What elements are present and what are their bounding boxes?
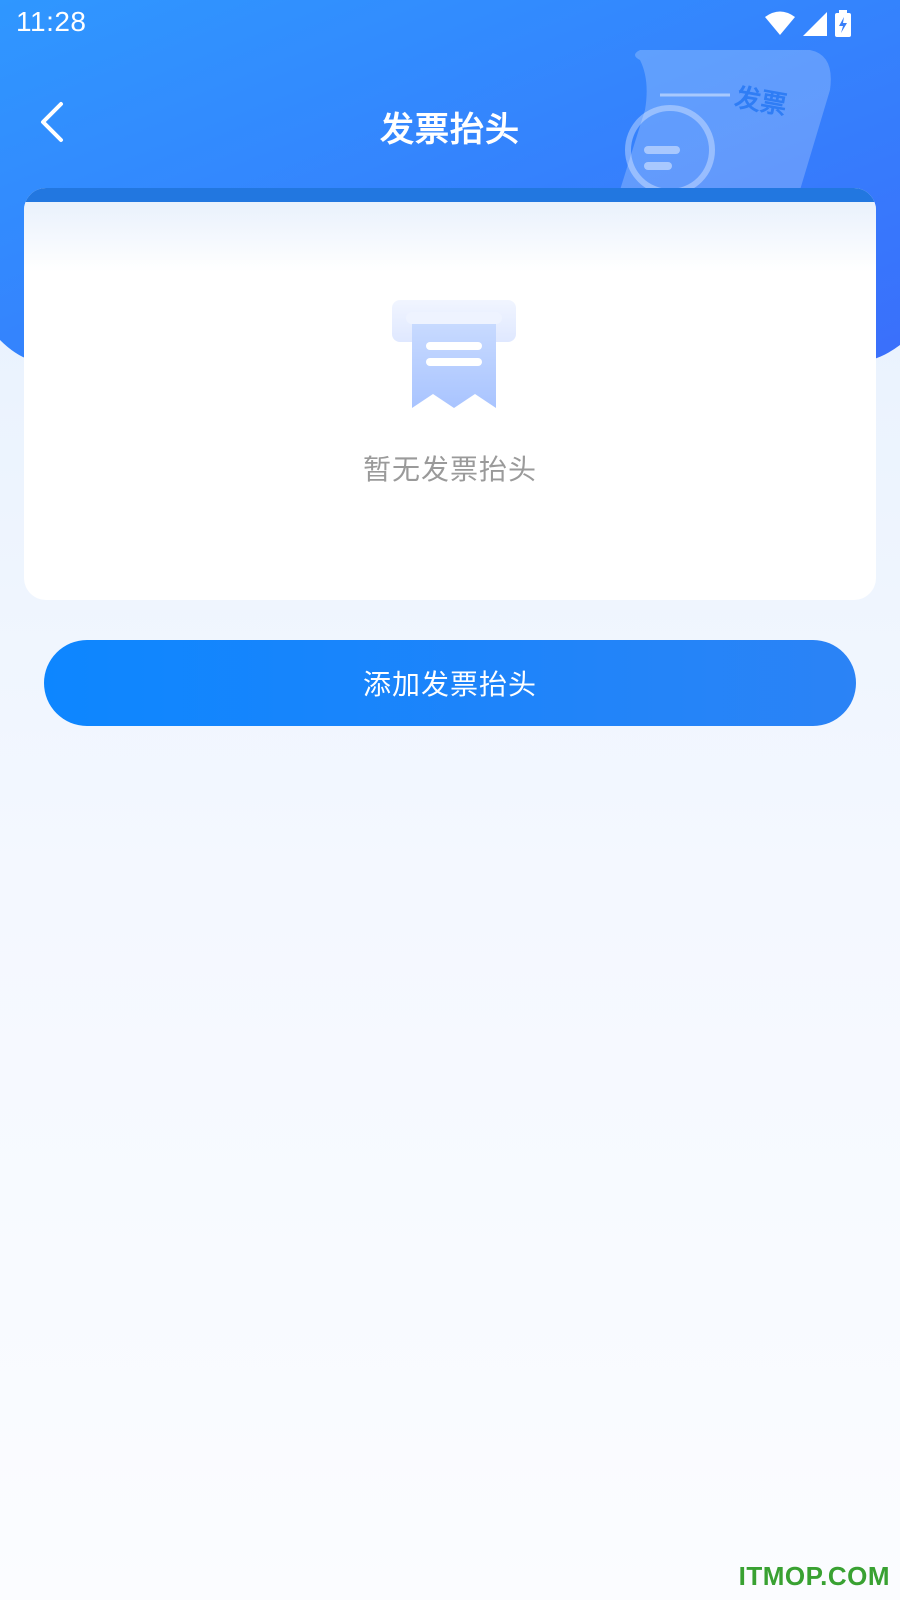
signal-icon xyxy=(802,11,828,41)
empty-state-message: 暂无发票抬头 xyxy=(362,453,537,486)
card-top-bar xyxy=(24,188,876,202)
status-bar: 11:28 xyxy=(0,0,900,50)
add-invoice-title-button[interactable]: 添加发票抬头 xyxy=(44,640,856,726)
navigation-bar: 发票抬头 xyxy=(0,80,900,170)
card-fade xyxy=(24,202,876,272)
empty-state-card: 暂无发票抬头 xyxy=(24,188,876,600)
receipt-icon xyxy=(390,296,518,414)
wifi-icon xyxy=(764,11,796,41)
page-title: 发票抬头 xyxy=(380,110,520,150)
watermark: ITMOP.COM xyxy=(738,1561,890,1591)
battery-charging-icon xyxy=(834,10,852,42)
status-icons xyxy=(764,10,852,42)
status-time: 11:28 xyxy=(16,6,87,37)
